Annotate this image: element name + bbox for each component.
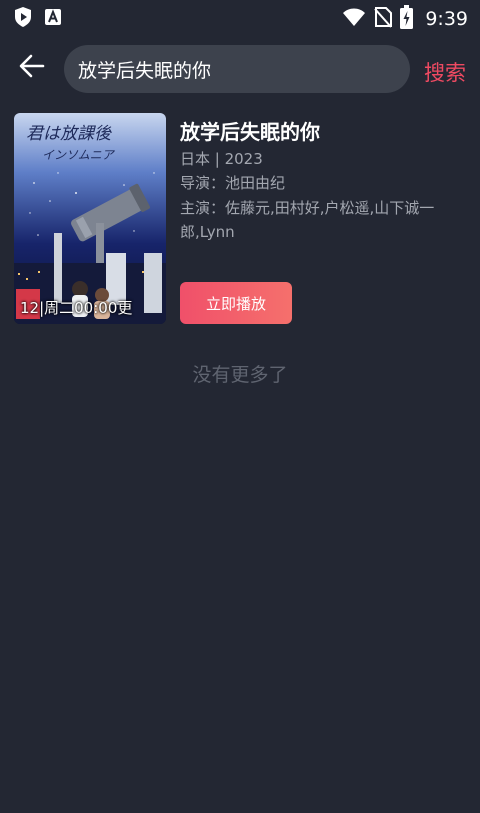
battery-charging-icon xyxy=(400,5,414,33)
poster-title-art: 君は放課後 xyxy=(26,124,112,144)
status-time: 9:39 xyxy=(425,8,468,30)
status-bar: 9:39 xyxy=(0,0,480,34)
no-more-text: 没有更多了 xyxy=(192,364,288,386)
cast: 主演：佐藤元,田村好,户松遥,山下诚一郎,Lynn xyxy=(180,199,435,241)
episode-badge: 12|周二00:00更 xyxy=(20,299,133,317)
status-right: 9:39 xyxy=(342,5,468,33)
search-query-text: 放学后失眠的你 xyxy=(78,59,212,82)
search-button[interactable]: 搜索 xyxy=(424,57,466,87)
arrow-left-icon xyxy=(19,53,45,83)
play-now-button[interactable]: 立即播放 xyxy=(180,282,292,324)
svg-text:インソムニア: インソムニア xyxy=(42,148,116,162)
play-shield-icon xyxy=(14,6,32,32)
poster-artwork: 君は放課後 インソムニア xyxy=(14,113,166,324)
status-left xyxy=(14,6,62,32)
region-year: 日本 | 2023 xyxy=(180,150,263,168)
no-sim-icon xyxy=(374,6,393,32)
result-title[interactable]: 放学后失眠的你 xyxy=(180,116,320,145)
back-button[interactable] xyxy=(14,50,50,86)
director: 导演：池田由纪 xyxy=(180,174,286,192)
wifi-icon xyxy=(342,7,366,31)
a-app-icon xyxy=(44,8,62,30)
poster-image[interactable]: 君は放課後 インソムニア 12|周二00:00更 xyxy=(14,113,166,324)
search-input[interactable]: 放学后失眠的你 xyxy=(64,45,410,93)
